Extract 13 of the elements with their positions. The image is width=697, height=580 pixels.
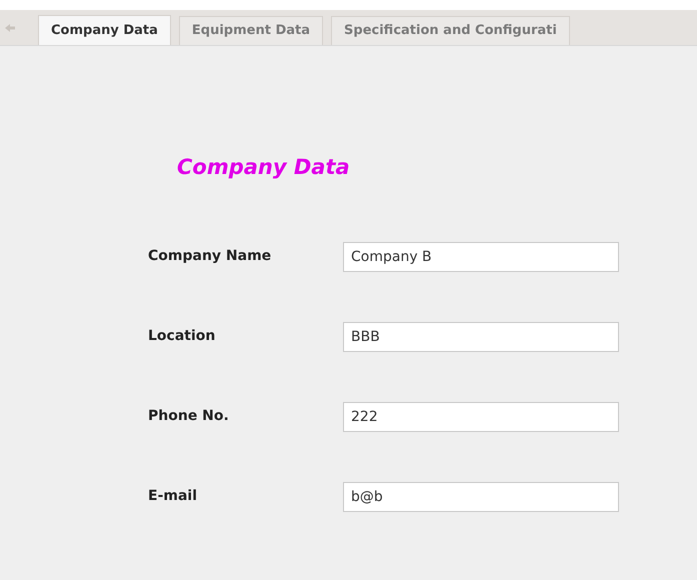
tab[interactable]: Specification and Configurati	[331, 16, 570, 45]
field-label: Phone No.	[148, 407, 230, 426]
section-heading: Company Data	[177, 154, 350, 181]
field-label: Company Name	[148, 247, 272, 266]
input-field[interactable]: BBB	[343, 322, 619, 352]
input-field[interactable]: Company B	[343, 242, 619, 272]
field-label: E-mail	[148, 487, 198, 506]
back-arrow-icon[interactable]	[4, 22, 16, 32]
field-label: Location	[148, 327, 216, 346]
tab[interactable]: Company Data	[38, 15, 171, 45]
input-field[interactable]: 222	[343, 402, 619, 432]
input-field[interactable]: b@b	[343, 482, 619, 512]
tab[interactable]: Equipment Data	[178, 16, 324, 45]
